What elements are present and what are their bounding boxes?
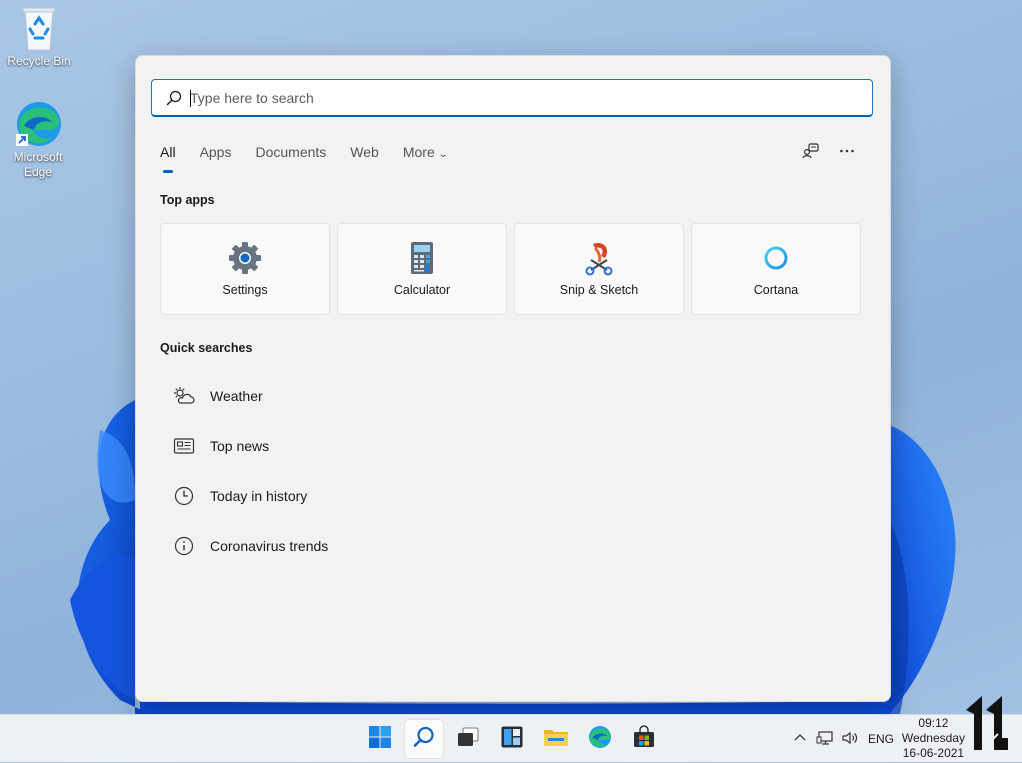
search-icon	[412, 725, 436, 754]
quick-search-label: Today in history	[210, 488, 308, 504]
chevron-down-icon: ⌄	[437, 149, 449, 160]
more-options-icon	[838, 147, 856, 164]
taskbar: ENG 09:12 Wednesday 16-06-2021	[0, 714, 1022, 762]
clock[interactable]: 09:12 Wednesday 16-06-2021	[902, 716, 965, 761]
more-options-button[interactable]	[838, 142, 856, 165]
quick-search-today-in-history[interactable]: Today in history	[160, 471, 860, 521]
tab-all[interactable]: All	[160, 144, 176, 174]
edge-label-line2: Edge	[23, 165, 53, 179]
top-apps-title: Top apps	[160, 193, 215, 207]
text-caret	[190, 90, 191, 107]
taskbar-file-explorer-button[interactable]	[537, 720, 575, 758]
desktop-icon-edge[interactable]: Microsoft Edge	[0, 100, 76, 180]
chevron-up-icon	[792, 730, 808, 749]
app-label-cortana: Cortana	[753, 283, 799, 297]
top-apps-list: Settings Calculator Snip & Sketch Cortan…	[160, 223, 861, 315]
search-panel: All Apps Documents Web More⌄ Top apps	[135, 55, 891, 702]
recycle-bin-label: Recycle Bin	[7, 54, 71, 68]
app-card-settings[interactable]: Settings	[160, 223, 330, 315]
volume-icon	[841, 730, 859, 749]
tab-web[interactable]: Web	[350, 144, 379, 174]
cortana-icon	[758, 240, 794, 276]
store-icon	[632, 724, 656, 754]
app-card-cortana[interactable]: Cortana	[691, 223, 861, 315]
taskbar-start-button[interactable]	[361, 720, 399, 758]
desktop-icon-recycle-bin[interactable]: Recycle Bin	[1, 4, 77, 69]
clock-date: 16-06-2021	[902, 746, 965, 760]
network-button[interactable]	[816, 715, 834, 763]
tab-documents[interactable]: Documents	[255, 144, 326, 174]
calculator-icon	[404, 240, 440, 276]
language-indicator[interactable]: ENG	[868, 715, 894, 763]
task-view-icon	[456, 725, 480, 754]
file-explorer-icon	[543, 725, 569, 754]
search-box[interactable]	[151, 79, 873, 117]
search-icon	[166, 90, 182, 106]
app-label-calculator: Calculator	[393, 283, 451, 297]
edge-label-line1: Microsoft	[13, 150, 63, 164]
app-label-snip-sketch: Snip & Sketch	[559, 283, 639, 297]
clock-time: 09:12	[918, 716, 949, 730]
watermark-logo-icon	[966, 696, 1008, 750]
taskbar-edge-button[interactable]	[581, 720, 619, 758]
show-hidden-icons-button[interactable]	[792, 715, 808, 763]
quick-search-coronavirus-trends[interactable]: Coronavirus trends	[160, 521, 860, 571]
feedback-button[interactable]	[802, 142, 820, 165]
tab-apps[interactable]: Apps	[200, 144, 232, 174]
app-card-snip-sketch[interactable]: Snip & Sketch	[514, 223, 684, 315]
quick-search-label: Top news	[210, 438, 270, 454]
tab-more-label: More	[402, 144, 435, 160]
quick-search-label: Weather	[210, 388, 263, 404]
volume-button[interactable]	[841, 715, 859, 763]
news-icon	[160, 434, 208, 458]
search-input[interactable]	[190, 86, 850, 110]
recycle-bin-icon	[15, 4, 63, 52]
weather-icon	[160, 384, 208, 408]
clock-icon	[160, 484, 208, 508]
quick-search-weather[interactable]: Weather	[160, 371, 860, 421]
start-icon	[368, 725, 392, 754]
quick-search-top-news[interactable]: Top news	[160, 421, 860, 471]
quick-searches-title: Quick searches	[160, 341, 253, 355]
settings-icon	[227, 240, 263, 276]
taskbar-store-button[interactable]	[625, 720, 663, 758]
taskbar-task-view-button[interactable]	[449, 720, 487, 758]
app-card-calculator[interactable]: Calculator	[337, 223, 507, 315]
network-icon	[816, 730, 834, 749]
taskbar-search-button[interactable]	[405, 720, 443, 758]
edge-icon	[588, 725, 612, 754]
widgets-icon	[500, 725, 524, 754]
info-icon	[160, 534, 208, 558]
search-tabs: All Apps Documents Web More ⌄	[160, 144, 471, 174]
edge-icon	[14, 100, 62, 148]
feedback-icon	[802, 143, 820, 164]
taskbar-widgets-button[interactable]	[493, 720, 531, 758]
tab-more[interactable]: More ⌄	[402, 144, 449, 174]
quick-searches-list: Weather Top news Today in history Corona…	[160, 371, 860, 571]
app-label-settings: Settings	[222, 283, 268, 297]
clock-day: Wednesday	[901, 731, 965, 745]
snip-sketch-icon	[581, 240, 617, 276]
quick-search-label: Coronavirus trends	[210, 538, 329, 554]
